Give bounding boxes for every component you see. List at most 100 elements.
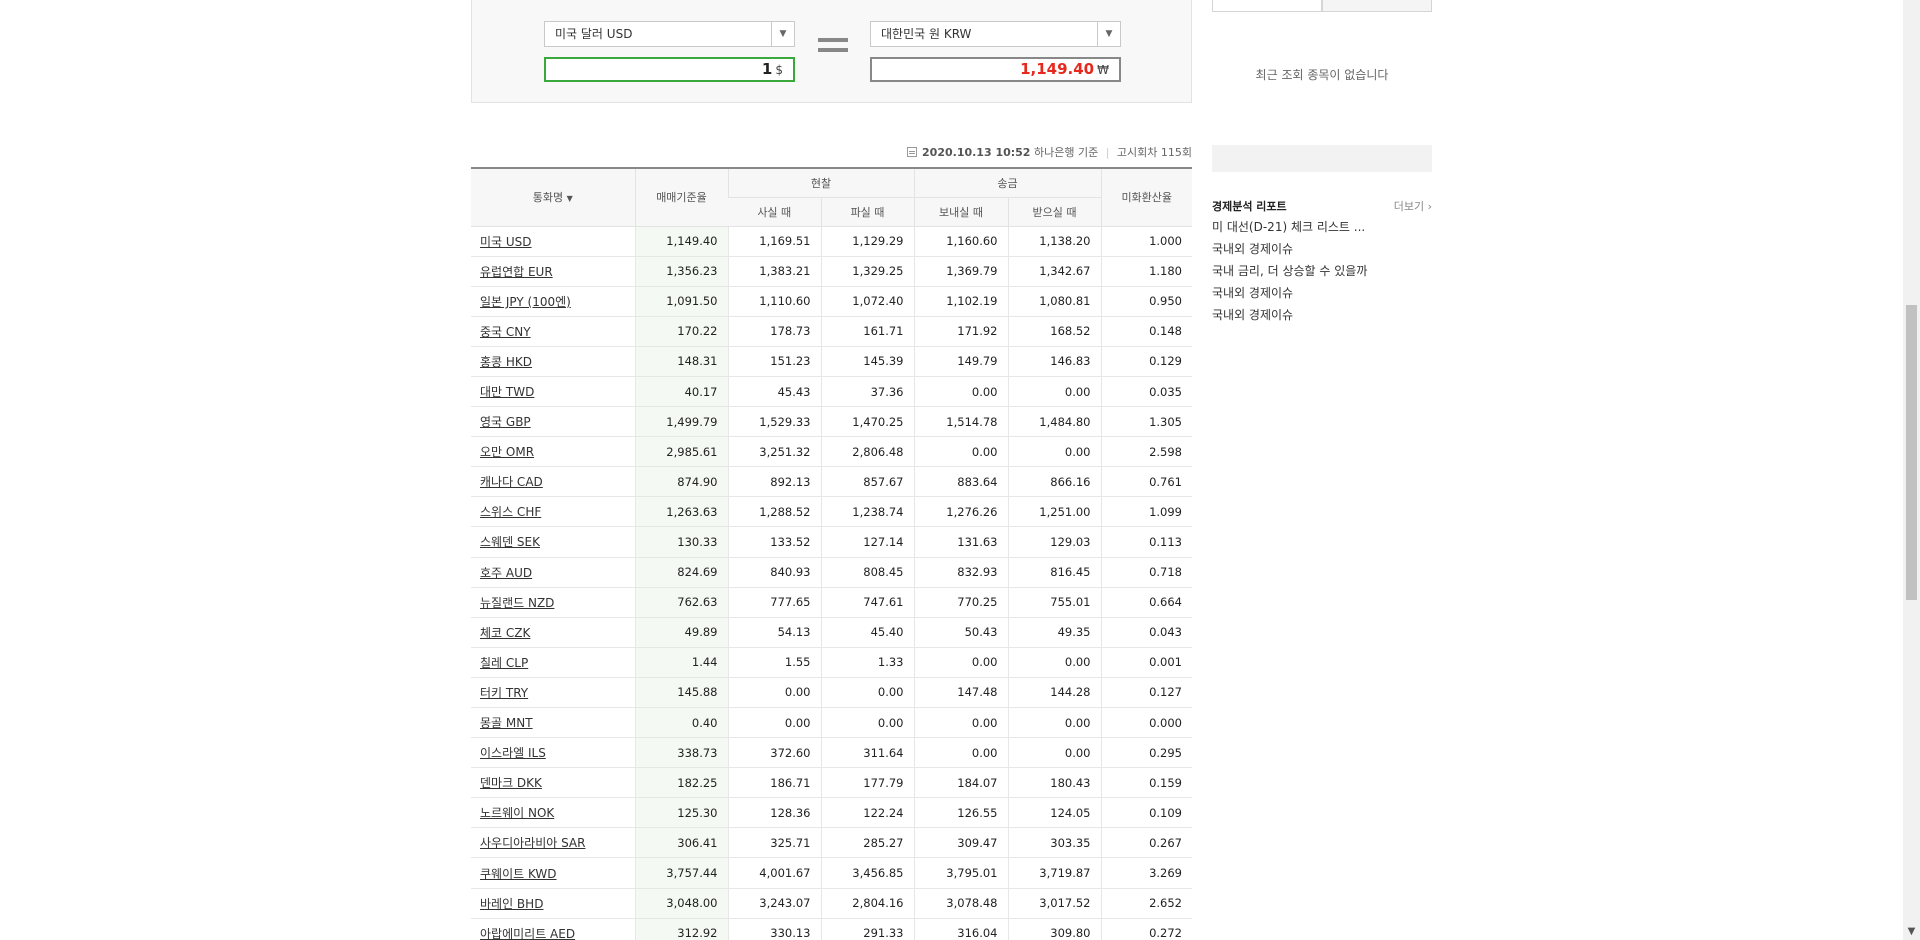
rate-cell: 832.93 bbox=[913, 557, 1008, 588]
currency-name-cell: 캐나다 CAD bbox=[471, 466, 635, 498]
table-row: 홍콩 HKD 148.31 151.23 145.39 149.79 146.83 0.12… bbox=[471, 346, 1192, 377]
rate-cell: 131.63 bbox=[913, 526, 1008, 558]
rate-cell: 1.305 bbox=[1100, 406, 1192, 438]
rate-cell: 0.00 bbox=[913, 647, 1008, 678]
to-amount-output[interactable]: 1,149.40 ₩ bbox=[870, 57, 1121, 82]
rate-cell: 325.71 bbox=[727, 827, 821, 859]
chevron-down-icon[interactable]: ▼ bbox=[771, 22, 794, 46]
rate-cell: 2.652 bbox=[1100, 888, 1192, 919]
report-item[interactable]: 국내외 경제이슈 bbox=[1212, 304, 1432, 326]
rate-cell: 312.92 bbox=[634, 918, 728, 940]
currency-link[interactable]: 홍콩 HKD bbox=[480, 355, 532, 369]
currency-link[interactable]: 영국 GBP bbox=[480, 415, 531, 429]
rate-cell: 1,102.19 bbox=[913, 286, 1008, 317]
scroll-down-icon[interactable]: ▼ bbox=[1903, 923, 1920, 940]
rate-cell: 311.64 bbox=[820, 737, 914, 769]
currency-link[interactable]: 호주 AUD bbox=[480, 566, 532, 580]
currency-name-cell: 일본 JPY (100엔) bbox=[471, 286, 635, 317]
currency-link[interactable]: 칠레 CLP bbox=[480, 656, 528, 670]
rate-cell: 1,138.20 bbox=[1007, 226, 1101, 257]
currency-link[interactable]: 이스라엘 ILS bbox=[480, 746, 546, 760]
tab-favorites[interactable] bbox=[1322, 0, 1432, 12]
currency-link[interactable]: 오만 OMR bbox=[480, 445, 534, 459]
from-amount-input[interactable]: 1 $ bbox=[544, 57, 795, 82]
rate-cell: 54.13 bbox=[727, 617, 821, 648]
header-cash-sell: 파실 때 bbox=[820, 197, 914, 227]
report-item[interactable]: 국내 금리, 더 상승할 수 있을까 bbox=[1212, 260, 1432, 282]
rate-cell: 309.80 bbox=[1007, 918, 1101, 940]
rate-cell: 1,383.21 bbox=[727, 256, 821, 287]
currency-link[interactable]: 일본 JPY (100엔) bbox=[480, 295, 571, 309]
currency-name-cell: 이스라엘 ILS bbox=[471, 737, 635, 769]
header-currency[interactable]: 통화명 ▼ bbox=[471, 168, 635, 227]
rate-cell: 1.180 bbox=[1100, 256, 1192, 287]
report-item[interactable]: 국내외 경제이슈 bbox=[1212, 282, 1432, 304]
recent-tabs bbox=[1212, 0, 1432, 12]
table-row: 체코 CZK 49.89 54.13 45.40 50.43 49.35 0.043 bbox=[471, 617, 1192, 648]
report-list: 미 대선(D-21) 체크 리스트 ... 국내외 경제이슈 국내 금리, 더 상승… bbox=[1212, 216, 1432, 326]
rate-cell: 3,251.32 bbox=[727, 436, 821, 468]
separator: | bbox=[1105, 146, 1110, 159]
currency-link[interactable]: 바레인 BHD bbox=[480, 897, 543, 911]
rate-cell: 1,329.25 bbox=[820, 256, 914, 287]
currency-link[interactable]: 유럽연합 EUR bbox=[480, 265, 553, 279]
to-currency-select[interactable]: 대한민국 원 KRW ▼ bbox=[870, 21, 1121, 47]
currency-link[interactable]: 중국 CNY bbox=[480, 325, 531, 339]
table-row: 사우디아라비아 SAR 306.41 325.71 285.27 309.47 303.3… bbox=[471, 827, 1192, 859]
rate-cell: 0.00 bbox=[913, 436, 1008, 468]
rate-cell: 1,263.63 bbox=[634, 496, 728, 528]
rate-cell: 808.45 bbox=[820, 557, 914, 588]
rate-cell: 2,985.61 bbox=[634, 436, 728, 468]
currency-link[interactable]: 스웨덴 SEK bbox=[480, 535, 540, 549]
rate-cell: 148.31 bbox=[634, 346, 728, 377]
currency-link[interactable]: 미국 USD bbox=[480, 235, 532, 249]
from-currency-select[interactable]: 미국 달러 USD ▼ bbox=[544, 21, 795, 47]
currency-name-cell: 대만 TWD bbox=[471, 376, 635, 408]
table-row: 캐나다 CAD 874.90 892.13 857.67 883.64 866.16 0.7… bbox=[471, 466, 1192, 498]
currency-link[interactable]: 터키 TRY bbox=[480, 686, 528, 700]
currency-link[interactable]: 몽골 MNT bbox=[480, 716, 533, 730]
rate-cell: 1,169.51 bbox=[727, 226, 821, 257]
table-row: 노르웨이 NOK 125.30 128.36 122.24 126.55 124.05 0.… bbox=[471, 797, 1192, 829]
currency-link[interactable]: 덴마크 DKK bbox=[480, 776, 542, 790]
rate-cell: 147.48 bbox=[913, 677, 1008, 709]
rate-cell: 777.65 bbox=[727, 587, 821, 618]
rate-cell: 372.60 bbox=[727, 737, 821, 769]
currency-link[interactable]: 사우디아라비아 SAR bbox=[480, 836, 585, 850]
report-more-link[interactable]: 더보기 › bbox=[1394, 198, 1432, 214]
rate-meta-info: 2020.10.13 10:52 하나은행 기준 | 고시회차 115회 bbox=[471, 144, 1192, 160]
currency-link[interactable]: 스위스 CHF bbox=[480, 505, 541, 519]
report-item[interactable]: 국내외 경제이슈 bbox=[1212, 238, 1432, 260]
rate-cell: 3.269 bbox=[1100, 857, 1192, 889]
rate-cell: 149.79 bbox=[913, 346, 1008, 377]
tab-recent[interactable] bbox=[1212, 0, 1322, 12]
table-row: 영국 GBP 1,499.79 1,529.33 1,470.25 1,514.78 1,… bbox=[471, 406, 1192, 438]
currency-link[interactable]: 체코 CZK bbox=[480, 626, 530, 640]
currency-link[interactable]: 노르웨이 NOK bbox=[480, 806, 554, 820]
currency-name-cell: 칠레 CLP bbox=[471, 647, 635, 678]
currency-link[interactable]: 아랍에미리트 AED bbox=[480, 927, 575, 940]
rate-cell: 0.129 bbox=[1100, 346, 1192, 377]
chevron-down-icon[interactable]: ▼ bbox=[1097, 22, 1120, 46]
rate-cell: 3,456.85 bbox=[820, 857, 914, 889]
rate-cell: 309.47 bbox=[913, 827, 1008, 859]
scroll-thumb[interactable] bbox=[1906, 305, 1917, 600]
rate-cell: 1,080.81 bbox=[1007, 286, 1101, 317]
header-base-rate: 매매기준율 bbox=[634, 168, 728, 227]
rate-source: 하나은행 기준 bbox=[1033, 146, 1099, 159]
currency-link[interactable]: 뉴질랜드 NZD bbox=[480, 596, 554, 610]
rate-cell: 133.52 bbox=[727, 526, 821, 558]
rate-cell: 0.109 bbox=[1100, 797, 1192, 829]
rate-cell: 1,342.67 bbox=[1007, 256, 1101, 287]
currency-link[interactable]: 쿠웨이트 KWD bbox=[480, 867, 557, 881]
rate-cell: 145.88 bbox=[634, 677, 728, 709]
table-row: 칠레 CLP 1.44 1.55 1.33 0.00 0.00 0.001 bbox=[471, 647, 1192, 678]
sort-down-icon[interactable]: ▼ bbox=[567, 194, 573, 203]
currency-name-cell: 영국 GBP bbox=[471, 406, 635, 438]
currency-name-cell: 몽골 MNT bbox=[471, 707, 635, 739]
currency-link[interactable]: 대만 TWD bbox=[480, 385, 534, 399]
scrollbar[interactable]: ▼ bbox=[1903, 0, 1920, 940]
report-item[interactable]: 미 대선(D-21) 체크 리스트 ... bbox=[1212, 216, 1432, 238]
rate-cell: 124.05 bbox=[1007, 797, 1101, 829]
currency-link[interactable]: 캐나다 CAD bbox=[480, 475, 543, 489]
